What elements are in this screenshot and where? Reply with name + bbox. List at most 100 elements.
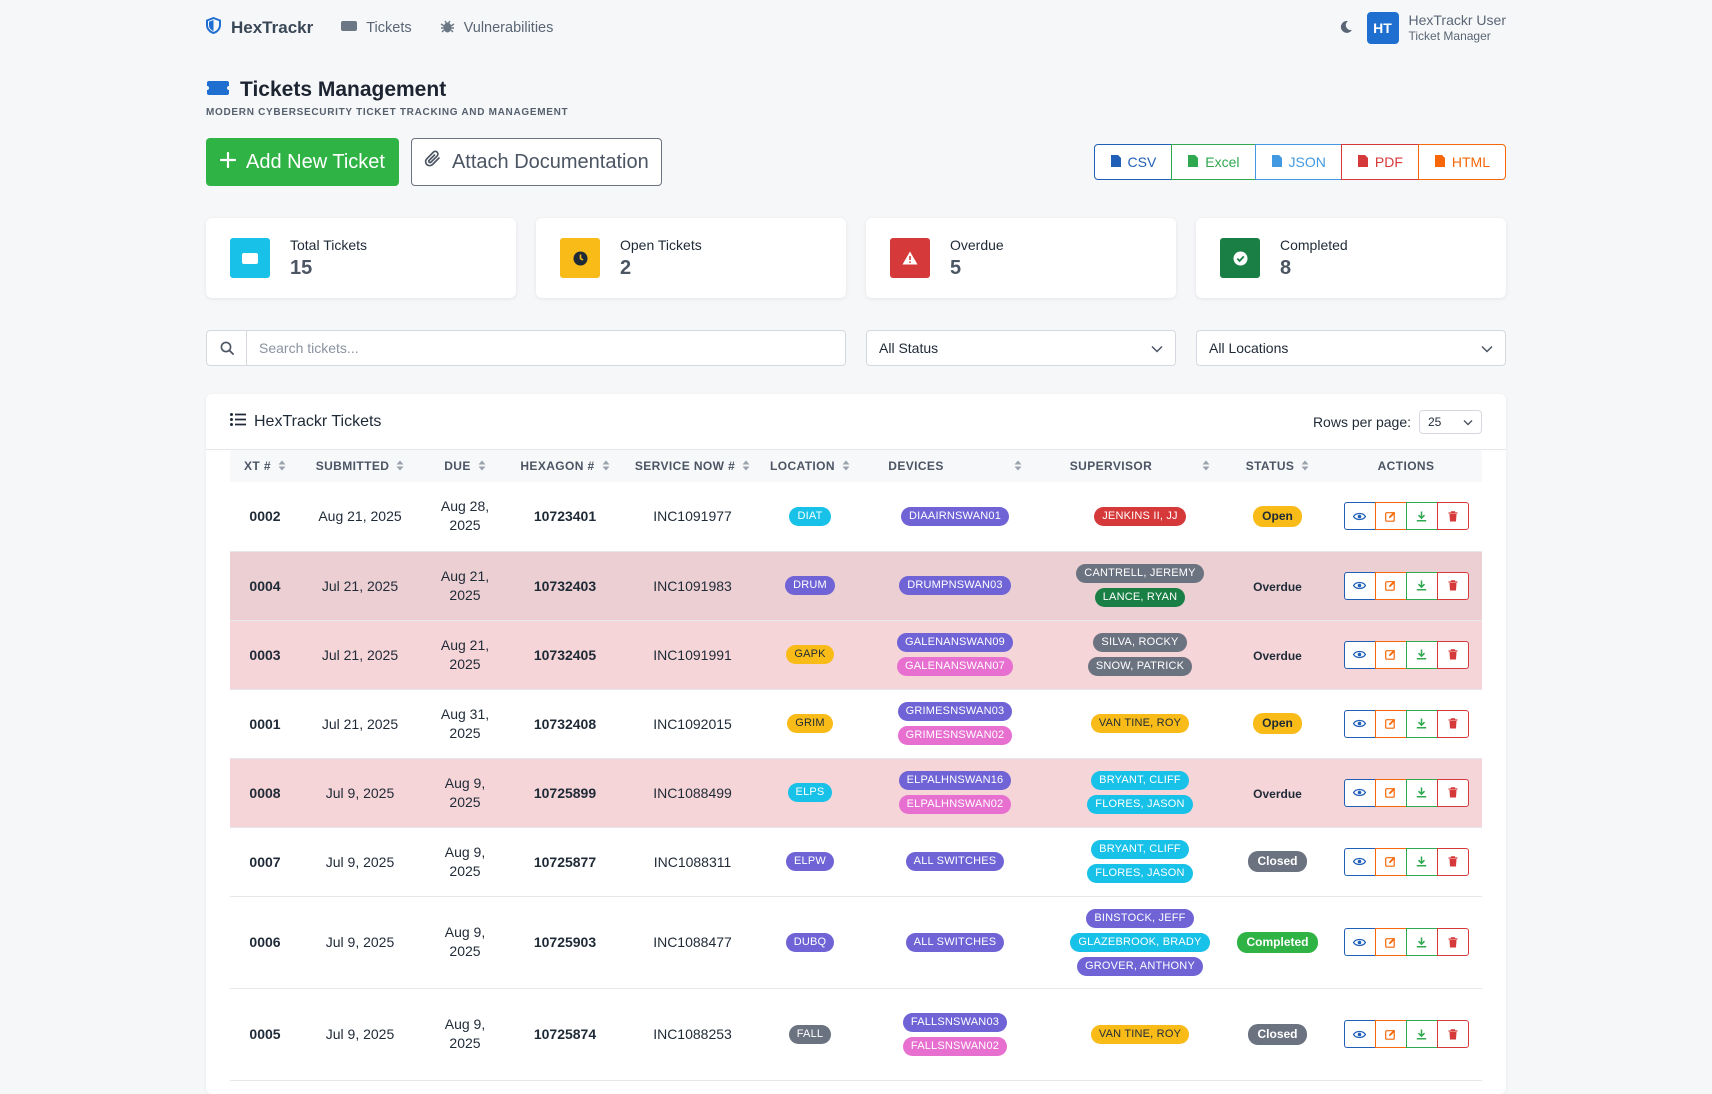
location-filter-select[interactable]: All Locations — [1196, 330, 1506, 366]
sort-icon[interactable] — [602, 460, 610, 473]
status-filter-select[interactable]: All Status — [866, 330, 1176, 366]
sort-icon[interactable] — [1301, 460, 1309, 473]
view-button[interactable] — [1343, 778, 1376, 807]
add-ticket-button[interactable]: Add New Ticket — [206, 138, 399, 186]
sort-icon[interactable] — [1014, 460, 1022, 473]
export-pdf-button[interactable]: PDF — [1340, 144, 1419, 180]
column-header[interactable]: STATUS — [1225, 450, 1330, 482]
view-button[interactable] — [1343, 571, 1376, 600]
xt-number: 0006 — [230, 896, 300, 989]
download-button[interactable] — [1405, 778, 1438, 807]
table-row[interactable]: 0008 Jul 9, 2025 Aug 9, 2025 10725899 INC1088… — [230, 758, 1482, 828]
sort-icon[interactable] — [842, 460, 850, 473]
delete-button[interactable] — [1436, 847, 1469, 876]
download-button[interactable] — [1405, 928, 1438, 956]
location-filter-value: All Locations — [1209, 340, 1289, 356]
column-header[interactable]: DUE — [420, 450, 510, 482]
sort-icon[interactable] — [742, 460, 750, 473]
table-row[interactable]: 0005 Jul 9, 2025 Aug 9, 2025 10725874 INC1088… — [230, 988, 1482, 1081]
export-csv-button[interactable]: CSV — [1093, 144, 1173, 180]
paperclip-icon — [424, 149, 442, 175]
devices-cell: FALLSNSWAN03 FALLSNSWAN02 — [855, 988, 1055, 1081]
table-row[interactable]: 0004 Jul 21, 2025 Aug 21, 2025 10732403 INC10… — [230, 551, 1482, 621]
edit-button[interactable] — [1374, 571, 1407, 600]
delete-button[interactable] — [1436, 778, 1469, 807]
status-cell: Open — [1225, 482, 1330, 552]
delete-button[interactable] — [1436, 571, 1469, 600]
sort-icon[interactable] — [396, 460, 404, 473]
column-header[interactable]: LOCATION — [765, 450, 855, 482]
plus-icon — [219, 151, 237, 174]
export-html-button[interactable]: HTML — [1417, 144, 1506, 180]
nav-link-tickets[interactable]: Tickets — [341, 20, 412, 36]
download-icon — [1416, 580, 1427, 591]
column-header[interactable]: DEVICES — [855, 450, 1055, 482]
user-menu[interactable]: HT HexTrackr User Ticket Manager — [1339, 12, 1506, 44]
avatar[interactable]: HT — [1366, 12, 1399, 44]
view-button[interactable] — [1343, 928, 1376, 956]
table-row[interactable]: 0006 Jul 9, 2025 Aug 9, 2025 10725903 INC1088… — [230, 896, 1482, 989]
delete-button[interactable] — [1436, 709, 1469, 738]
edit-button[interactable] — [1374, 1020, 1407, 1048]
clock-icon — [560, 238, 600, 278]
delete-button[interactable] — [1436, 640, 1469, 669]
export-json-button[interactable]: JSON — [1254, 144, 1342, 180]
supervisor-badge: FLORES, JASON — [1087, 864, 1193, 883]
edit-button[interactable] — [1374, 778, 1407, 807]
sort-icon[interactable] — [278, 460, 286, 473]
delete-button[interactable] — [1436, 1020, 1469, 1048]
download-button[interactable] — [1405, 1020, 1438, 1048]
table-row[interactable]: 0002 Aug 21, 2025 Aug 28, 2025 10723401 INC10… — [230, 482, 1482, 552]
edit-button[interactable] — [1374, 502, 1407, 531]
edit-button[interactable] — [1374, 847, 1407, 876]
search-input[interactable] — [247, 331, 845, 365]
view-button[interactable] — [1343, 847, 1376, 876]
column-header[interactable]: SERVICE NOW # — [620, 450, 765, 482]
download-button[interactable] — [1405, 502, 1438, 531]
brand[interactable]: HexTrackr — [206, 16, 313, 39]
view-button[interactable] — [1343, 1020, 1376, 1048]
delete-button[interactable] — [1436, 928, 1469, 956]
supervisor-list: JENKINS II, JJ — [1055, 505, 1225, 528]
table-row[interactable]: 0003 Jul 21, 2025 Aug 21, 2025 10732405 INC10… — [230, 620, 1482, 690]
status-badge: Closed — [1248, 1023, 1307, 1045]
supervisor-badge: BRYANT, CLIFF — [1091, 771, 1189, 790]
download-button[interactable] — [1405, 847, 1438, 876]
view-button[interactable] — [1343, 502, 1376, 531]
edit-button[interactable] — [1374, 640, 1407, 669]
edit-icon — [1385, 580, 1396, 591]
column-header[interactable]: SUBMITTED — [300, 450, 420, 482]
rows-per-page-select[interactable]: 25 — [1419, 409, 1482, 434]
supervisor-cell: BRYANT, CLIFF FLORES, JASON — [1055, 827, 1225, 897]
ticket-icon — [230, 238, 270, 278]
download-icon — [1416, 718, 1427, 729]
column-header[interactable]: XT # — [230, 450, 300, 482]
table-row[interactable]: 0007 Jul 9, 2025 Aug 9, 2025 10725877 INC1088… — [230, 827, 1482, 897]
device-badge: ELPALHNSWAN02 — [898, 795, 1012, 814]
eye-icon — [1353, 581, 1366, 590]
delete-button[interactable] — [1436, 502, 1469, 531]
moon-icon[interactable] — [1339, 20, 1353, 37]
view-button[interactable] — [1343, 709, 1376, 738]
view-button[interactable] — [1343, 640, 1376, 669]
sort-icon[interactable] — [1202, 460, 1210, 473]
edit-button[interactable] — [1374, 709, 1407, 738]
download-button[interactable] — [1405, 571, 1438, 600]
export-excel-button[interactable]: Excel — [1171, 144, 1256, 180]
due-date: Aug 21, 2025 — [420, 620, 510, 690]
location-cell: GAPK — [765, 620, 855, 690]
due-date-line: Aug 9, — [444, 924, 486, 940]
column-header[interactable]: HEXAGON # — [510, 450, 620, 482]
search-icon[interactable] — [207, 331, 247, 365]
sort-icon[interactable] — [478, 460, 486, 473]
nav-link-vulnerabilities[interactable]: Vulnerabilities — [440, 19, 553, 38]
download-button[interactable] — [1405, 709, 1438, 738]
edit-button[interactable] — [1374, 928, 1407, 956]
supervisor-badge: GLAZEBROOK, BRADY — [1070, 932, 1210, 952]
column-header[interactable]: SUPERVISOR — [1055, 450, 1225, 482]
due-date-year: 2025 — [449, 586, 481, 603]
download-button[interactable] — [1405, 640, 1438, 669]
due-date-line: Aug 21, — [440, 636, 490, 653]
table-row[interactable]: 0001 Jul 21, 2025 Aug 31, 2025 10732408 INC10… — [230, 689, 1482, 759]
attach-documentation-button[interactable]: Attach Documentation — [410, 138, 662, 186]
